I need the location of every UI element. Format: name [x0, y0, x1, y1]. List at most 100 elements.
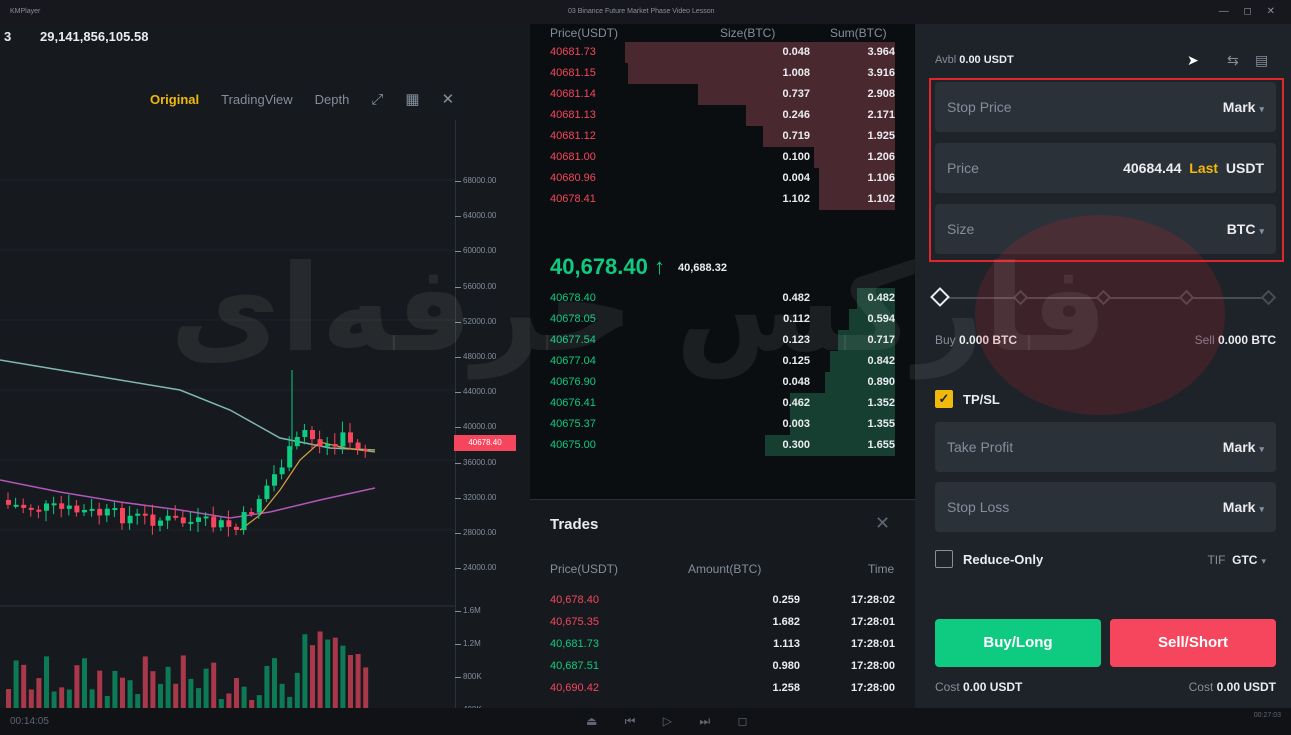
volume-bar	[348, 655, 353, 710]
slider-mark-100[interactable]	[1260, 289, 1277, 306]
chart-panel: 3 29,141,856,105.58 Original TradingView…	[0, 24, 530, 714]
trades-title: Trades	[550, 516, 599, 533]
trade-amount: 1.113	[773, 638, 800, 650]
stop-loss-trigger-select[interactable]: Mark ▾	[1223, 499, 1264, 515]
close-icon[interactable]: ✕	[442, 90, 455, 108]
playback-buttons[interactable]: ⏏ ⏮ ▷ ⏭ ◻	[586, 714, 759, 729]
size-slider[interactable]	[930, 287, 1277, 307]
volume-bar	[332, 637, 338, 710]
bid-price: 40675.37	[550, 418, 596, 430]
candle-body	[66, 505, 72, 509]
tab-depth[interactable]: Depth	[315, 92, 350, 107]
orderbook-size-header: Size(BTC)	[720, 26, 776, 40]
reduce-only-checkbox[interactable]	[935, 550, 953, 568]
player-app-name: KMPlayer	[10, 8, 41, 15]
bid-row[interactable]: 40677.54 0.123 0.717	[530, 330, 915, 351]
moving-average-line	[239, 441, 376, 531]
candle-body	[158, 520, 163, 526]
volume-bar	[66, 689, 72, 710]
volume-bar	[82, 658, 87, 710]
mark-price: 40,688.32	[678, 262, 727, 274]
trades-amount-header: Amount(BTC)	[688, 562, 762, 576]
grid-icon[interactable]: ▦	[405, 90, 419, 108]
ask-row[interactable]: 40681.73 0.048 3.964	[530, 42, 915, 63]
slider-mark-25[interactable]	[1012, 289, 1029, 306]
ask-price: 40681.12	[550, 130, 596, 142]
price-tick-label: 28000.00	[454, 528, 497, 537]
window-controls[interactable]: — ◻ ✕	[1219, 6, 1281, 17]
candle-body	[97, 508, 103, 516]
ask-row[interactable]: 40681.13 0.246 2.171	[530, 105, 915, 126]
volume-bar	[196, 688, 201, 710]
calculator-icon[interactable]: ▤	[1255, 52, 1268, 69]
buy-long-button[interactable]: Buy/Long	[935, 619, 1101, 667]
trade-price: 40,678.40	[550, 594, 599, 606]
bid-row[interactable]: 40676.90 0.048 0.890	[530, 372, 915, 393]
tab-original[interactable]: Original	[150, 92, 199, 107]
volume-bar	[355, 653, 361, 710]
chart-tabs: Original TradingView Depth ⤢ ▦ ✕	[150, 90, 455, 109]
tif-value: GTC	[1232, 553, 1258, 567]
candle-body	[302, 430, 308, 437]
available-balance: Avbl 0.00 USDT	[935, 54, 1014, 66]
candlestick-chart[interactable]	[0, 120, 455, 714]
bid-row[interactable]: 40678.40 0.482 0.482	[530, 288, 915, 309]
trade-time: 17:28:01	[850, 616, 895, 628]
moving-average-line	[0, 479, 376, 519]
bid-price: 40678.40	[550, 292, 596, 304]
buy-cost-label: Cost	[935, 680, 960, 694]
slider-mark-50[interactable]	[1095, 289, 1112, 306]
ask-row[interactable]: 40681.12 0.719 1.925	[530, 126, 915, 147]
bid-row[interactable]: 40675.00 0.300 1.655	[530, 435, 915, 456]
volume-bar	[325, 639, 331, 710]
ask-row[interactable]: 40681.14 0.737 2.908	[530, 84, 915, 105]
bid-size: 0.300	[782, 439, 810, 451]
volume-bar	[150, 671, 156, 710]
ask-row[interactable]: 40681.15 1.008 3.916	[530, 63, 915, 84]
tif-select[interactable]: TIF GTC ▾	[1207, 553, 1266, 567]
candle-body	[173, 515, 179, 518]
tpsl-label: TP/SL	[963, 392, 1000, 407]
stop-loss-field[interactable]: Stop Loss Mark ▾	[935, 482, 1276, 532]
bid-price: 40675.00	[550, 439, 596, 451]
buy-cost: Cost 0.00 USDT	[935, 680, 1022, 694]
bid-row[interactable]: 40678.05 0.112 0.594	[530, 309, 915, 330]
bid-sum: 1.355	[867, 418, 895, 430]
sell-amount-value: 0.000 BTC	[1217, 333, 1276, 347]
price-tick-label: 36000.00	[454, 457, 497, 467]
bid-price: 40676.90	[550, 376, 596, 388]
buy-cost-value: 0.00 USDT	[963, 680, 1023, 694]
slider-handle[interactable]	[930, 287, 950, 307]
ask-sum: 3.964	[867, 46, 895, 58]
bid-row[interactable]: 40677.04 0.125 0.842	[530, 351, 915, 372]
expand-icon[interactable]: ⤢	[371, 91, 383, 108]
trade-price: 40,690.42	[550, 682, 599, 694]
chevron-down-icon: ▾	[1259, 504, 1264, 514]
order-form: Avbl 0.00 USDT ➤ ⇆ ▤ Stop Price Mark ▾ Pr…	[915, 24, 1291, 708]
ask-row[interactable]: 40681.00 0.100 1.206	[530, 147, 915, 168]
bid-row[interactable]: 40676.41 0.462 1.352	[530, 393, 915, 414]
ask-price: 40681.14	[550, 88, 596, 100]
bid-price: 40677.54	[550, 334, 596, 346]
stop-loss-label: Stop Loss	[947, 499, 1010, 515]
sell-cost-value: 0.00 USDT	[1216, 680, 1276, 694]
close-trades-icon[interactable]: ✕	[875, 513, 890, 534]
sell-short-button[interactable]: Sell/Short	[1110, 619, 1276, 667]
tpsl-checkbox[interactable]: ✓	[935, 390, 953, 408]
take-profit-trigger-select[interactable]: Mark ▾	[1223, 439, 1264, 455]
bid-row[interactable]: 40675.37 0.003 1.355	[530, 414, 915, 435]
volume-bar	[294, 672, 300, 710]
ask-row[interactable]: 40680.96 0.004 1.106	[530, 168, 915, 189]
tab-tradingview[interactable]: TradingView	[221, 92, 293, 107]
ask-sum: 1.106	[867, 172, 895, 184]
candle-body	[104, 508, 110, 516]
bid-sum: 1.352	[867, 397, 895, 409]
ask-size: 0.048	[782, 46, 810, 58]
bid-price: 40678.05	[550, 313, 596, 325]
volume-bar	[173, 683, 179, 710]
take-profit-field[interactable]: Take Profit Mark ▾	[935, 422, 1276, 472]
slider-mark-75[interactable]	[1178, 289, 1195, 306]
ask-row[interactable]: 40678.41 1.102 1.102	[530, 189, 915, 210]
transfer-icon[interactable]: ⇆	[1227, 52, 1239, 69]
ask-sum: 2.908	[867, 88, 895, 100]
